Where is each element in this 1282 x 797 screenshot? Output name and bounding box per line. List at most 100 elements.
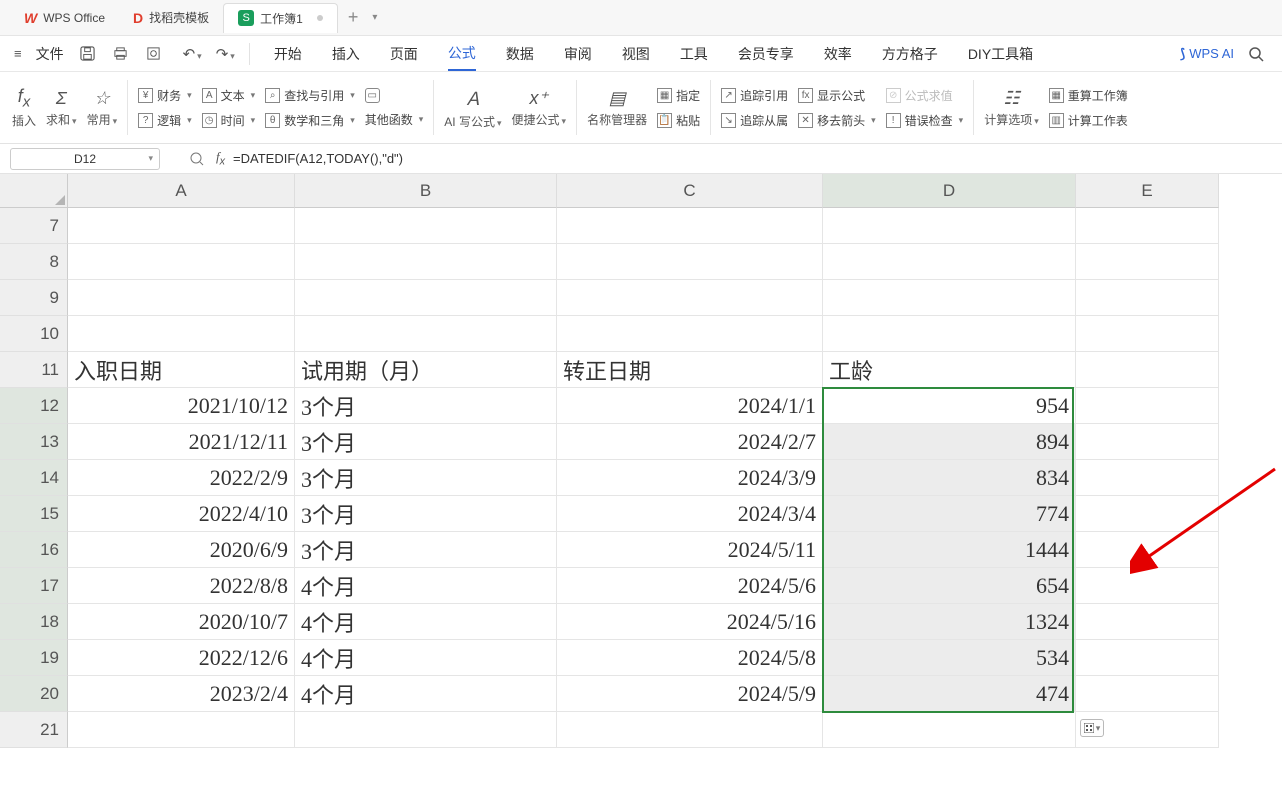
tab-ffgz[interactable]: 方方格子 bbox=[882, 38, 938, 70]
text-button[interactable]: A文本▾ bbox=[202, 87, 256, 104]
cell[interactable]: 4个月 bbox=[295, 640, 557, 676]
cell[interactable]: 2020/6/9 bbox=[68, 532, 295, 568]
row-header-10[interactable]: 10 bbox=[0, 316, 68, 352]
redo-icon[interactable]: ↷▾ bbox=[214, 45, 237, 63]
row-header-9[interactable]: 9 bbox=[0, 280, 68, 316]
col-header-C[interactable]: C bbox=[557, 174, 823, 208]
tab-page[interactable]: 页面 bbox=[390, 38, 418, 70]
cell[interactable]: 774 bbox=[823, 496, 1076, 532]
cell[interactable]: 2022/2/9 bbox=[68, 460, 295, 496]
app-tab-workbook[interactable]: S 工作簿1 bbox=[223, 3, 338, 33]
row-header-11[interactable]: 11 bbox=[0, 352, 68, 388]
tab-list-button[interactable]: ▾ bbox=[368, 12, 381, 23]
row-header-15[interactable]: 15 bbox=[0, 496, 68, 532]
cell[interactable]: 2024/5/6 bbox=[557, 568, 823, 604]
paste-button[interactable]: 📋粘贴 bbox=[657, 112, 700, 129]
tab-start[interactable]: 开始 bbox=[274, 38, 302, 70]
cell[interactable]: 2022/12/6 bbox=[68, 640, 295, 676]
row-header-20[interactable]: 20 bbox=[0, 676, 68, 712]
lookup-button[interactable]: ⌕查找与引用▾ bbox=[265, 87, 355, 104]
remove-arrows-button[interactable]: ✕移去箭头▾ bbox=[798, 112, 876, 129]
cell[interactable]: 2024/5/9 bbox=[557, 676, 823, 712]
cell[interactable]: 3个月 bbox=[295, 388, 557, 424]
app-tab-template[interactable]: D 找稻壳模板 bbox=[119, 3, 223, 33]
recalc-workbook-button[interactable]: ▦重算工作簿 bbox=[1049, 87, 1128, 104]
tab-diy[interactable]: DIY工具箱 bbox=[968, 38, 1033, 70]
cell[interactable]: 2024/3/4 bbox=[557, 496, 823, 532]
col-header-A[interactable]: A bbox=[68, 174, 295, 208]
col-header-D[interactable]: D bbox=[823, 174, 1076, 208]
cell[interactable]: 1444 bbox=[823, 532, 1076, 568]
cell[interactable]: 2024/3/9 bbox=[557, 460, 823, 496]
row-header-18[interactable]: 18 bbox=[0, 604, 68, 640]
print-icon[interactable] bbox=[111, 46, 130, 61]
cancel-icon[interactable] bbox=[190, 152, 204, 166]
tab-tools[interactable]: 工具 bbox=[680, 38, 708, 70]
app-tab-home[interactable]: W WPS Office bbox=[10, 3, 119, 33]
cell[interactable]: 834 bbox=[823, 460, 1076, 496]
math-button[interactable]: θ数学和三角▾ bbox=[265, 112, 355, 129]
time-button[interactable]: ◷时间▾ bbox=[202, 112, 256, 129]
col-header-E[interactable]: E bbox=[1076, 174, 1219, 208]
cell[interactable]: 954 bbox=[823, 388, 1076, 424]
trace-dependent-button[interactable]: ↘追踪从属 bbox=[721, 112, 788, 129]
row-header-8[interactable]: 8 bbox=[0, 244, 68, 280]
hdr-A[interactable]: 入职日期 bbox=[68, 352, 295, 388]
logic-button[interactable]: ?逻辑▾ bbox=[138, 112, 192, 129]
tab-data[interactable]: 数据 bbox=[506, 38, 534, 70]
calc-sheet-button[interactable]: ▥计算工作表 bbox=[1049, 112, 1128, 129]
cell[interactable]: 654 bbox=[823, 568, 1076, 604]
cell[interactable]: 2023/2/4 bbox=[68, 676, 295, 712]
error-check-button[interactable]: !错误检查▾ bbox=[886, 112, 964, 129]
row-header-17[interactable]: 17 bbox=[0, 568, 68, 604]
row-header-16[interactable]: 16 bbox=[0, 532, 68, 568]
search-icon[interactable] bbox=[1248, 46, 1264, 62]
row-header-21[interactable]: 21 bbox=[0, 712, 68, 748]
common-button[interactable]: ☆常用▾ bbox=[87, 88, 118, 128]
select-all-corner[interactable] bbox=[0, 174, 68, 208]
autofill-options-button[interactable]: ▾ bbox=[1080, 719, 1104, 737]
cell[interactable]: 4个月 bbox=[295, 568, 557, 604]
cell[interactable]: 2022/4/10 bbox=[68, 496, 295, 532]
formula-input[interactable]: =DATEDIF(A12,TODAY(),"d") bbox=[233, 151, 403, 166]
quick-formula-button[interactable]: x⁺便捷公式▾ bbox=[512, 88, 567, 128]
sum-button[interactable]: Σ求和▾ bbox=[46, 88, 77, 128]
cell[interactable]: 3个月 bbox=[295, 496, 557, 532]
hdr-D[interactable]: 工龄 bbox=[823, 352, 1076, 388]
undo-icon[interactable]: ↶▾ bbox=[181, 45, 204, 63]
cell[interactable]: 894 bbox=[823, 424, 1076, 460]
chevron-down-icon[interactable]: ▾ bbox=[148, 153, 153, 164]
assign-button[interactable]: ▦指定 bbox=[657, 87, 700, 104]
insert-fx-button[interactable]: fx插入 bbox=[12, 86, 36, 130]
tab-review[interactable]: 审阅 bbox=[564, 38, 592, 70]
col-header-B[interactable]: B bbox=[295, 174, 557, 208]
tab-eff[interactable]: 效率 bbox=[824, 38, 852, 70]
finance-button[interactable]: ¥财务▾ bbox=[138, 87, 192, 104]
fx-icon[interactable]: fx bbox=[216, 149, 225, 168]
cell[interactable]: 2024/5/8 bbox=[557, 640, 823, 676]
cell[interactable]: 1324 bbox=[823, 604, 1076, 640]
tab-member[interactable]: 会员专享 bbox=[738, 38, 794, 70]
cell[interactable]: 2020/10/7 bbox=[68, 604, 295, 640]
calc-options-button[interactable]: ☷计算选项▾ bbox=[984, 88, 1039, 128]
ai-formula-button[interactable]: ＡAI 写公式▾ bbox=[444, 85, 501, 130]
cell[interactable]: 4个月 bbox=[295, 604, 557, 640]
cell[interactable]: 4个月 bbox=[295, 676, 557, 712]
file-menu[interactable]: 文件 bbox=[36, 44, 64, 64]
cell[interactable]: 3个月 bbox=[295, 424, 557, 460]
hdr-B[interactable]: 试用期（月） bbox=[295, 352, 557, 388]
row-header-19[interactable]: 19 bbox=[0, 640, 68, 676]
hdr-C[interactable]: 转正日期 bbox=[557, 352, 823, 388]
cell[interactable]: 2024/5/16 bbox=[557, 604, 823, 640]
cell[interactable]: 2021/12/11 bbox=[68, 424, 295, 460]
tab-view[interactable]: 视图 bbox=[622, 38, 650, 70]
print-preview-icon[interactable] bbox=[144, 46, 163, 61]
name-box[interactable]: D12 ▾ bbox=[10, 148, 160, 170]
cell[interactable]: 2024/5/11 bbox=[557, 532, 823, 568]
name-manager-button[interactable]: ▤名称管理器 bbox=[587, 88, 647, 128]
cell[interactable]: 2021/10/12 bbox=[68, 388, 295, 424]
show-formula-button[interactable]: fx显示公式 bbox=[798, 87, 876, 104]
tab-insert[interactable]: 插入 bbox=[332, 38, 360, 70]
cell[interactable]: 3个月 bbox=[295, 532, 557, 568]
row-header-7[interactable]: 7 bbox=[0, 208, 68, 244]
